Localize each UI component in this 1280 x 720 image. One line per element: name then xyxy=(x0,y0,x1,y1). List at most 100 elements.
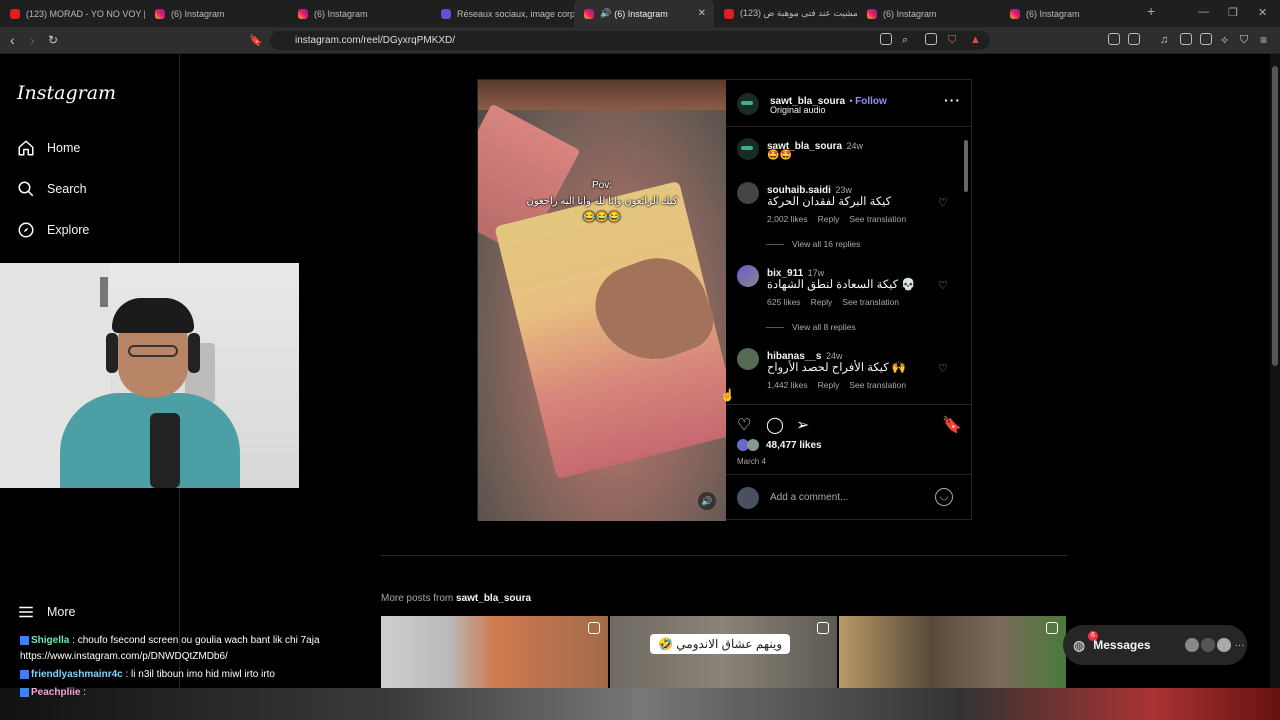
reel-video[interactable]: Pov: كيك الرائعون وانا لله وانا اليه راج… xyxy=(478,80,726,521)
minimize-icon[interactable]: — xyxy=(1198,6,1209,18)
avatar[interactable] xyxy=(737,348,759,370)
back-icon[interactable]: ‹ xyxy=(10,32,15,48)
caption-text: 🤩🤩 xyxy=(767,150,792,161)
sidebar-item-explore[interactable]: Explore xyxy=(17,221,89,239)
comment-icon[interactable]: ◯ xyxy=(766,415,784,435)
comment-like-icon[interactable]: ♡ xyxy=(938,364,949,375)
search-icon xyxy=(18,181,34,197)
screenshot-icon[interactable] xyxy=(1128,33,1140,45)
browser-tab[interactable]: (6) Instagram xyxy=(1000,0,1140,27)
webcam-overlay xyxy=(0,263,299,488)
comments-list: sawt_bla_soura 24w 🤩🤩 souhaib.saidi 23w … xyxy=(726,128,972,404)
close-window-icon[interactable]: ✕ xyxy=(1258,6,1267,19)
chat-message: friendlyashmainr4c : li n3il tiboun imo … xyxy=(20,669,275,680)
close-tab-icon[interactable]: ✕ xyxy=(698,8,706,19)
instagram-logo[interactable]: Instagram xyxy=(17,82,116,104)
comment-like-icon[interactable]: ♡ xyxy=(938,198,949,209)
home-icon xyxy=(18,140,34,156)
instagram-icon xyxy=(584,8,594,19)
post-thumbnail[interactable] xyxy=(381,616,608,688)
zoom-icon[interactable]: ⌕ xyxy=(902,34,908,47)
badge-icon xyxy=(20,669,29,679)
address-bar-row: ‹ › ↻ 🔖 instagram.com/reel/DGyxrqPMKXD/ … xyxy=(0,27,1280,54)
sidebar-item-more[interactable]: More xyxy=(17,603,75,621)
likes-count[interactable]: 48,477 likes xyxy=(766,440,822,451)
avatar[interactable] xyxy=(737,182,759,204)
reload-icon[interactable]: ↻ xyxy=(48,33,58,47)
like-icon[interactable]: ♡ xyxy=(737,415,751,435)
avatar xyxy=(1200,638,1215,652)
reply-button[interactable]: Reply xyxy=(818,380,840,390)
save-icon[interactable]: 🔖 xyxy=(942,415,962,435)
see-translation-link[interactable]: See translation xyxy=(849,214,906,224)
instagram-icon xyxy=(867,8,877,19)
view-replies-link[interactable]: View all 8 replies xyxy=(766,322,856,332)
audio-label[interactable]: Original audio xyxy=(770,105,826,115)
reply-button[interactable]: Reply xyxy=(811,297,833,307)
avatar[interactable] xyxy=(737,93,759,115)
see-translation-link[interactable]: See translation xyxy=(842,297,899,307)
sidebar-icon[interactable] xyxy=(1180,33,1192,45)
messages-button[interactable]: ◍ 6 Messages ··· xyxy=(1063,625,1247,665)
browser-tab-bar: (123) MORAD - YO NO VOY [V (6) Instagram… xyxy=(0,0,1280,27)
new-tab-icon[interactable]: + xyxy=(1147,3,1155,19)
avatar xyxy=(1216,638,1231,652)
person-hair xyxy=(112,298,194,333)
comments-scroll-thumb[interactable] xyxy=(964,140,968,192)
reel-post: Pov: كيك الرائعون وانا لله وانا اليه راج… xyxy=(477,79,972,521)
ai-icon[interactable]: ✧ xyxy=(1220,34,1229,47)
browser-tab[interactable]: Réseaux sociaux, image corpo xyxy=(431,0,574,27)
see-translation-link[interactable]: See translation xyxy=(849,380,906,390)
wallet-icon[interactable] xyxy=(1200,33,1212,45)
music-icon[interactable]: ♫ xyxy=(1160,34,1168,46)
avatar[interactable] xyxy=(737,138,759,160)
messages-badge: 6 xyxy=(1088,631,1098,641)
add-comment-row: Add a comment... ◡ xyxy=(726,474,972,521)
post-thumbnail[interactable]: وينهم عشاق الاندومي 🤣 xyxy=(610,616,837,688)
more-posts-header: More posts from sawt_bla_soura xyxy=(381,593,532,604)
emoji-icon[interactable]: ◡ xyxy=(935,488,953,506)
forward-icon[interactable]: › xyxy=(30,32,35,48)
browser-tab[interactable]: (6) Instagram xyxy=(288,0,431,27)
add-comment-input[interactable]: Add a comment... xyxy=(770,492,848,503)
sidebar-item-home[interactable]: Home xyxy=(17,139,80,157)
hamburger-icon xyxy=(19,606,33,618)
more-posts-author[interactable]: sawt_bla_soura xyxy=(456,593,531,604)
glasses xyxy=(128,345,178,357)
post-date: March 4 xyxy=(737,457,766,466)
post-panel: sawt_bla_soura • Follow Original audio ·… xyxy=(726,80,972,521)
youtube-icon xyxy=(10,8,20,19)
avatar[interactable] xyxy=(737,265,759,287)
browser-tab[interactable]: (6) Instagram xyxy=(145,0,288,27)
extensions-icon[interactable] xyxy=(1108,33,1120,45)
menu-icon[interactable]: ≡ xyxy=(1260,33,1267,47)
volume-icon[interactable]: 🔊 xyxy=(698,492,716,510)
post-thumbnail[interactable] xyxy=(839,616,1066,688)
rewards-icon[interactable]: ▲ xyxy=(970,34,981,46)
avatar xyxy=(737,487,759,509)
more-options-icon[interactable]: ··· xyxy=(944,92,961,108)
page-scroll-thumb[interactable] xyxy=(1272,66,1278,366)
badge-icon xyxy=(20,635,29,645)
post-actions: ♡ ◯ ➢ 🔖 48,477 likes March 4 xyxy=(726,404,972,474)
share-icon[interactable] xyxy=(925,33,937,45)
share-icon[interactable]: ➢ xyxy=(796,415,809,435)
reply-button[interactable]: Reply xyxy=(818,214,840,224)
avatar xyxy=(747,439,759,451)
comment-like-icon[interactable]: ♡ xyxy=(938,281,949,292)
sidebar-item-search[interactable]: Search xyxy=(17,180,87,198)
browser-tab[interactable]: (123) مشيت عند فتى موهبة ض xyxy=(714,0,857,27)
badge-icon xyxy=(20,687,29,697)
browser-tab-active[interactable]: 🔊 (6) Instagram ✕ xyxy=(574,0,714,27)
bookmark-icon[interactable]: 🔖 xyxy=(249,34,263,47)
cast-icon[interactable] xyxy=(880,33,892,45)
browser-tab[interactable]: (6) Instagram xyxy=(857,0,1000,27)
browser-tab[interactable]: (123) MORAD - YO NO VOY [V xyxy=(0,0,145,27)
maximize-icon[interactable]: ❐ xyxy=(1228,6,1238,19)
vpn-icon[interactable]: ⛉ xyxy=(1240,34,1248,47)
headphone-right xyxy=(188,333,200,373)
more-icon: ··· xyxy=(1234,639,1245,651)
shield-icon[interactable]: ⛉ xyxy=(948,34,956,47)
follow-button[interactable]: Follow xyxy=(855,96,887,107)
view-replies-link[interactable]: View all 16 replies xyxy=(766,239,860,249)
